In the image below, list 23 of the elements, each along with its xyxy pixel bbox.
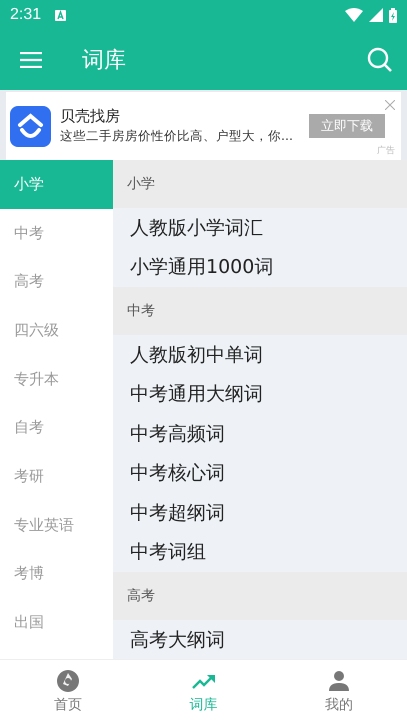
signal-icon xyxy=(369,8,383,22)
wifi-icon xyxy=(345,8,363,22)
close-icon[interactable] xyxy=(385,100,395,110)
aperture-icon xyxy=(56,669,80,693)
download-button[interactable]: 立即下载 xyxy=(309,114,385,138)
sidebar-item[interactable]: 小学 xyxy=(0,160,113,209)
ad-title: 贝壳找房 xyxy=(60,107,121,126)
person-icon xyxy=(327,669,352,693)
menu-button[interactable] xyxy=(20,52,42,68)
search-button[interactable] xyxy=(367,47,393,73)
app-title: 词库 xyxy=(82,47,126,75)
section-header: 小学 xyxy=(113,160,407,208)
battery-icon xyxy=(389,8,397,22)
status-time: 2:31 xyxy=(10,6,42,24)
nav-tab[interactable]: 我的 xyxy=(271,660,407,723)
ad-label: 广告 xyxy=(377,144,395,157)
nav-tab[interactable]: 首页 xyxy=(0,660,136,723)
section-header: 高考 xyxy=(113,572,407,620)
notification-icon xyxy=(55,10,66,20)
ad-text: 这些二手房房价性价比高、户型大，你... xyxy=(60,128,294,145)
section-header: 中考 xyxy=(113,287,407,335)
app-logo-icon xyxy=(10,106,51,146)
nav-tab[interactable]: 词库 xyxy=(136,660,272,723)
